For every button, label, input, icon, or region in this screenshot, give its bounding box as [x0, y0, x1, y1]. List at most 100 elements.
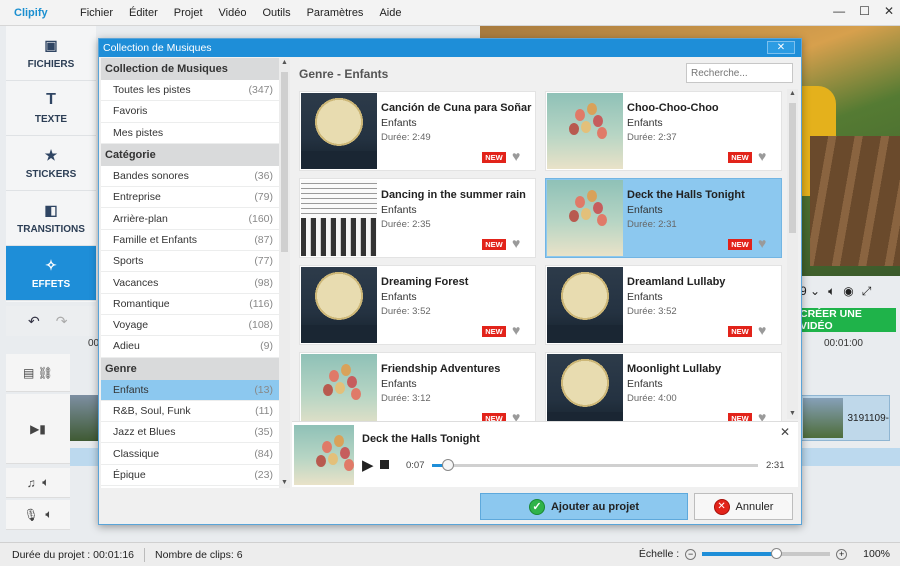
minimize-icon[interactable]: — — [833, 4, 845, 18]
category-item[interactable]: Enfants (13) — [101, 379, 279, 401]
category-item[interactable]: Arrière-plan (160) — [101, 208, 279, 230]
heart-icon[interactable]: ♥ — [512, 148, 520, 164]
new-badge: NEW — [728, 326, 752, 337]
category-item[interactable]: Entreprise (79) — [101, 187, 279, 209]
track-card[interactable]: Dreamland Lullaby Enfants Durée: 3:52 NEW ♥ — [545, 265, 782, 345]
menu-aide[interactable]: Aide — [371, 7, 409, 19]
snapshot-icon[interactable]: ◉ — [843, 284, 853, 298]
link-icon[interactable]: ⛓ — [38, 366, 53, 380]
scroll-down-icon[interactable]: ▼ — [279, 478, 290, 488]
track-title: Dancing in the summer rain — [381, 189, 526, 201]
undo-redo-bar: ↶ ↷ — [6, 306, 96, 336]
category-item[interactable]: Vacances (98) — [101, 272, 279, 294]
maximize-icon[interactable]: ☐ — [859, 4, 870, 18]
zoom-slider[interactable] — [702, 548, 831, 559]
category-item[interactable]: Épique (23) — [101, 465, 279, 487]
fullscreen-icon[interactable]: ⤢ — [862, 284, 872, 299]
scroll-up-icon[interactable]: ▲ — [279, 58, 290, 68]
category-item[interactable]: Favoris — [101, 101, 279, 123]
track-card[interactable]: Moonlight Lullaby Enfants Durée: 4:00 NEW ♥ — [545, 352, 782, 432]
zoom-out-icon[interactable]: − — [685, 548, 697, 560]
timeline-clip[interactable] — [70, 395, 100, 441]
heart-icon[interactable]: ♥ — [758, 322, 766, 338]
speaker-icon[interactable]: 🔈︎ — [42, 475, 49, 490]
volume-icon[interactable]: 🔈︎ — [828, 284, 835, 299]
category-count: (84) — [254, 447, 273, 460]
undo-icon[interactable]: ↶ — [28, 313, 40, 330]
scroll-thumb[interactable] — [281, 72, 288, 252]
category-item[interactable]: Mes pistes — [101, 123, 279, 144]
genre-heading: Genre - Enfants — [299, 67, 389, 81]
add-to-project-button[interactable]: ✓ Ajouter au projet — [480, 493, 688, 520]
nav-transitions[interactable]: ◧ TRANSITIONS — [6, 191, 96, 246]
heart-icon[interactable]: ♥ — [758, 235, 766, 251]
track-card[interactable]: Dreaming Forest Enfants Durée: 3:52 NEW ♥ — [299, 265, 536, 345]
nav-effets[interactable]: ✧ EFFETS — [6, 246, 96, 301]
track-card[interactable]: Choo-Choo-Choo Enfants Durée: 2:37 NEW ♥ — [545, 91, 782, 171]
category-item[interactable]: R&B, Soul, Funk (11) — [101, 401, 279, 423]
track-title: Choo-Choo-Choo — [627, 102, 719, 114]
heart-icon[interactable]: ♥ — [512, 235, 520, 251]
scroll-thumb[interactable] — [789, 103, 796, 233]
category-label: Voyage — [113, 319, 149, 332]
category-count: (108) — [248, 319, 273, 332]
category-item[interactable]: Toutes les pistes (347) — [101, 80, 279, 102]
nav-label: STICKERS — [25, 168, 77, 180]
play-icon[interactable]: ▶ — [362, 456, 374, 474]
category-item[interactable]: Adieu (9) — [101, 336, 279, 358]
nav-fichiers[interactable]: ▣ FICHIERS — [6, 26, 96, 81]
track-card[interactable]: Deck the Halls Tonight Enfants Durée: 2:31… — [545, 178, 782, 258]
scroll-up-icon[interactable]: ▲ — [787, 89, 798, 99]
timeline-clip[interactable]: 3191109- — [800, 395, 890, 441]
category-item[interactable]: Famille et Enfants (87) — [101, 230, 279, 252]
menu-video[interactable]: Vidéo — [211, 7, 255, 19]
nav-stickers[interactable]: ★ STICKERS — [6, 136, 96, 191]
scroll-down-icon[interactable]: ▼ — [787, 409, 798, 419]
speaker-icon[interactable]: 🔈︎ — [45, 507, 52, 522]
track-thumbnail — [547, 267, 623, 343]
zoom-in-icon[interactable]: + — [836, 548, 848, 560]
menu-editer[interactable]: Éditer — [121, 7, 166, 19]
track-card[interactable]: Friendship Adventures Enfants Durée: 3:12 N… — [299, 352, 536, 432]
track-duration: Durée: 2:31 — [627, 219, 677, 230]
category-count: (9) — [260, 340, 273, 353]
zoom-slider-knob[interactable] — [771, 548, 783, 559]
heart-icon[interactable]: ♥ — [512, 322, 520, 338]
category-label: Sports — [113, 255, 144, 268]
category-item[interactable]: Jazz et Blues (35) — [101, 422, 279, 444]
menu-parametres[interactable]: Paramètres — [299, 7, 372, 19]
player-progress-bar[interactable] — [432, 459, 758, 471]
create-video-button[interactable]: CRÉER UNE VIDÉO — [790, 308, 896, 332]
category-label: Épique — [113, 468, 146, 481]
track-duration: Durée: 2:49 — [381, 132, 431, 143]
nav-texte[interactable]: T TEXTE — [6, 81, 96, 136]
player-close-icon[interactable]: ✕ — [780, 425, 790, 439]
player-total-time: 2:31 — [766, 460, 785, 471]
category-item[interactable]: Romantique (116) — [101, 294, 279, 315]
track-duration: Durée: 3:52 — [381, 306, 431, 317]
track-card[interactable]: Canción de Cuna para Soñar Enfants Durée: … — [299, 91, 536, 171]
menu-projet[interactable]: Projet — [166, 7, 211, 19]
search-input[interactable] — [686, 63, 793, 83]
redo-icon[interactable]: ↷ — [56, 313, 68, 330]
cancel-button[interactable]: ✕ Annuler — [694, 493, 793, 520]
category-item[interactable]: Bandes sonores (36) — [101, 166, 279, 188]
category-item[interactable]: Classique (84) — [101, 443, 279, 465]
preview-bench-shape — [810, 136, 900, 266]
category-count: (347) — [248, 84, 273, 97]
category-section-heading: Collection de Musiques — [101, 58, 279, 80]
heart-icon[interactable]: ♥ — [758, 148, 766, 164]
player-progress-knob[interactable] — [442, 459, 455, 471]
menu-fichier[interactable]: Fichier — [72, 7, 121, 19]
track-title: Friendship Adventures — [381, 363, 501, 375]
dialog-close-button[interactable]: ✕ — [767, 41, 795, 54]
category-scrollbar[interactable]: ▲ ▼ — [279, 58, 290, 488]
track-card[interactable]: Dancing in the summer rain Enfants Durée: … — [299, 178, 536, 258]
close-window-icon[interactable]: ✕ — [884, 4, 894, 18]
track-grid-scrollbar[interactable]: ▲ ▼ — [787, 89, 798, 419]
category-item[interactable]: Voyage (108) — [101, 315, 279, 337]
menu-outils[interactable]: Outils — [254, 7, 298, 19]
category-item[interactable]: Sports (77) — [101, 251, 279, 273]
cancel-x-icon: ✕ — [713, 498, 730, 515]
stop-icon[interactable] — [380, 460, 389, 469]
